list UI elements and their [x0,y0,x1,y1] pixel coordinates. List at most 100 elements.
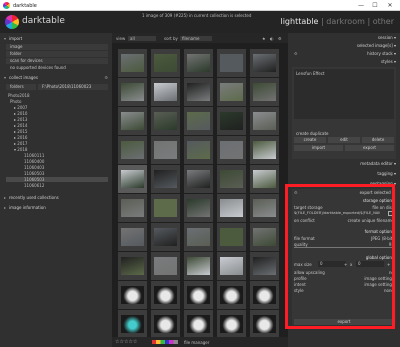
thumbnail[interactable] [184,107,213,135]
import-style-button[interactable]: import [294,145,343,151]
thumbnail[interactable] [250,136,279,164]
history-stack-header[interactable]: ⚙ history stack ▾ [292,51,396,57]
overlay-icon[interactable]: ◐ [270,36,274,41]
thumbnail[interactable] [217,252,246,280]
thumbnail[interactable] [184,165,213,193]
recent-collections-header[interactable]: ▸ recently used collections [4,195,108,201]
tagging-header[interactable]: tagging ▾ [292,171,396,177]
thumbnail[interactable] [217,194,246,222]
import-image-button[interactable]: image [6,44,108,50]
thumbnail[interactable] [250,252,279,280]
styles-header[interactable]: styles ▾ [292,59,396,65]
tree-node-year[interactable]: ▸ 2015 [14,129,27,134]
gear-icon[interactable]: ⚙ [104,75,108,81]
thumbnail[interactable] [118,165,147,193]
thumbnail[interactable] [184,78,213,106]
thumbnail[interactable] [118,49,147,77]
tree-node-year[interactable]: ▸ 2014 [14,123,27,128]
thumbnail[interactable] [118,78,147,106]
export-style-button[interactable]: export [345,145,394,151]
collect-module-header[interactable]: ▾ collect images ⚙ [4,75,108,81]
import-folder-button[interactable]: folder [6,51,108,57]
thumbnail[interactable] [250,194,279,222]
thumbnail[interactable] [151,136,180,164]
thumbnail[interactable] [250,107,279,135]
collect-value-input[interactable]: F:\Photo\2018\11060023 [38,84,108,90]
thumbnail[interactable] [250,281,279,309]
thumbnail[interactable] [217,78,246,106]
thumbnail[interactable] [151,78,180,106]
thumbnail[interactable] [250,223,279,251]
tree-node-year[interactable]: ▸ 2007 [14,105,27,110]
tree-node-folder[interactable]: 11060503 [24,171,44,176]
delete-button[interactable]: delete [362,137,394,143]
style-item[interactable]: Lensfun Effect [296,71,325,76]
thumbnail[interactable] [184,194,213,222]
selected-images-header[interactable]: selected image[s] ▾ [292,43,396,49]
thumbnail[interactable] [184,281,213,309]
thumbnail[interactable] [118,223,147,251]
thumbnail[interactable] [118,194,147,222]
thumbnail[interactable] [151,252,180,280]
tree-node-year[interactable]: ▸ 2016 [14,135,27,140]
thumbnail[interactable] [118,310,147,338]
star-rating-filter[interactable]: ☆☆☆☆☆ [115,339,137,345]
thumbnail[interactable] [250,78,279,106]
tree-node-year[interactable]: ▾ 2018 [14,147,27,152]
view-other[interactable]: other [373,17,394,26]
thumbnail[interactable] [151,194,180,222]
tree-node-group[interactable]: Photo [10,99,21,104]
view-darkroom[interactable]: darkroom [326,17,365,26]
thumbnail[interactable] [184,223,213,251]
thumbnail[interactable] [217,136,246,164]
thumbnail[interactable] [250,165,279,193]
thumbnail[interactable] [184,252,213,280]
maximize-button[interactable]: ☐ [369,1,381,10]
tree-node-folder[interactable]: 11060400 [24,159,44,164]
metadata-editor-header[interactable]: metadata editor ▾ [292,161,396,167]
view-select[interactable]: all [128,36,156,41]
thumbnail[interactable] [217,223,246,251]
thumbnail[interactable] [217,49,246,77]
tree-node-folder[interactable]: 11060612 [24,183,44,188]
thumbnail[interactable] [250,310,279,338]
thumbnail[interactable] [151,107,180,135]
edit-button[interactable]: edit [328,137,360,143]
thumbnail[interactable] [217,165,246,193]
thumbnail[interactable] [250,49,279,77]
import-module-header[interactable]: ▾ import [4,36,108,42]
thumbnail[interactable] [151,310,180,338]
thumbnail[interactable] [118,252,147,280]
collect-field-select[interactable]: folders [6,84,36,90]
thumbnail[interactable] [118,136,147,164]
color-label-filter[interactable] [152,340,178,344]
tree-node-year[interactable]: ▸ 2013 [14,117,27,122]
thumbnail[interactable] [184,136,213,164]
thumbnail[interactable] [151,165,180,193]
tree-node-year[interactable]: ▸ 2010 [14,111,27,116]
scan-devices-button[interactable]: scan for devices [6,58,108,64]
image-information-header[interactable]: ▸ image information [4,205,108,211]
thumbnail[interactable] [151,281,180,309]
thumbnail[interactable] [118,107,147,135]
thumbnail[interactable] [151,49,180,77]
thumbnail[interactable] [184,49,213,77]
tree-node-folder[interactable]: 11060403 [24,165,44,170]
gear-icon[interactable]: ⚙ [278,36,282,41]
styles-list[interactable]: Lensfun Effect [294,69,394,119]
minimize-button[interactable]: — [355,1,367,10]
tree-node-folder-selected[interactable]: 11060503 [6,177,108,182]
session-header[interactable]: session ▾ [292,35,396,41]
thumbnail[interactable] [118,281,147,309]
create-button[interactable]: create [294,137,326,143]
tree-node-root[interactable]: Photo2018 [8,93,30,98]
thumbnail[interactable] [184,310,213,338]
gear-icon[interactable]: ⚙ [294,51,298,57]
star-icon[interactable]: ★ [262,36,266,41]
sort-select[interactable]: filename [180,36,212,41]
thumbnail[interactable] [217,107,246,135]
close-button[interactable]: ✕ [384,1,396,10]
tree-node-folder[interactable]: 11060111 [24,153,44,158]
layout-mode-select[interactable]: file manager [184,340,209,345]
thumbnail[interactable] [151,223,180,251]
